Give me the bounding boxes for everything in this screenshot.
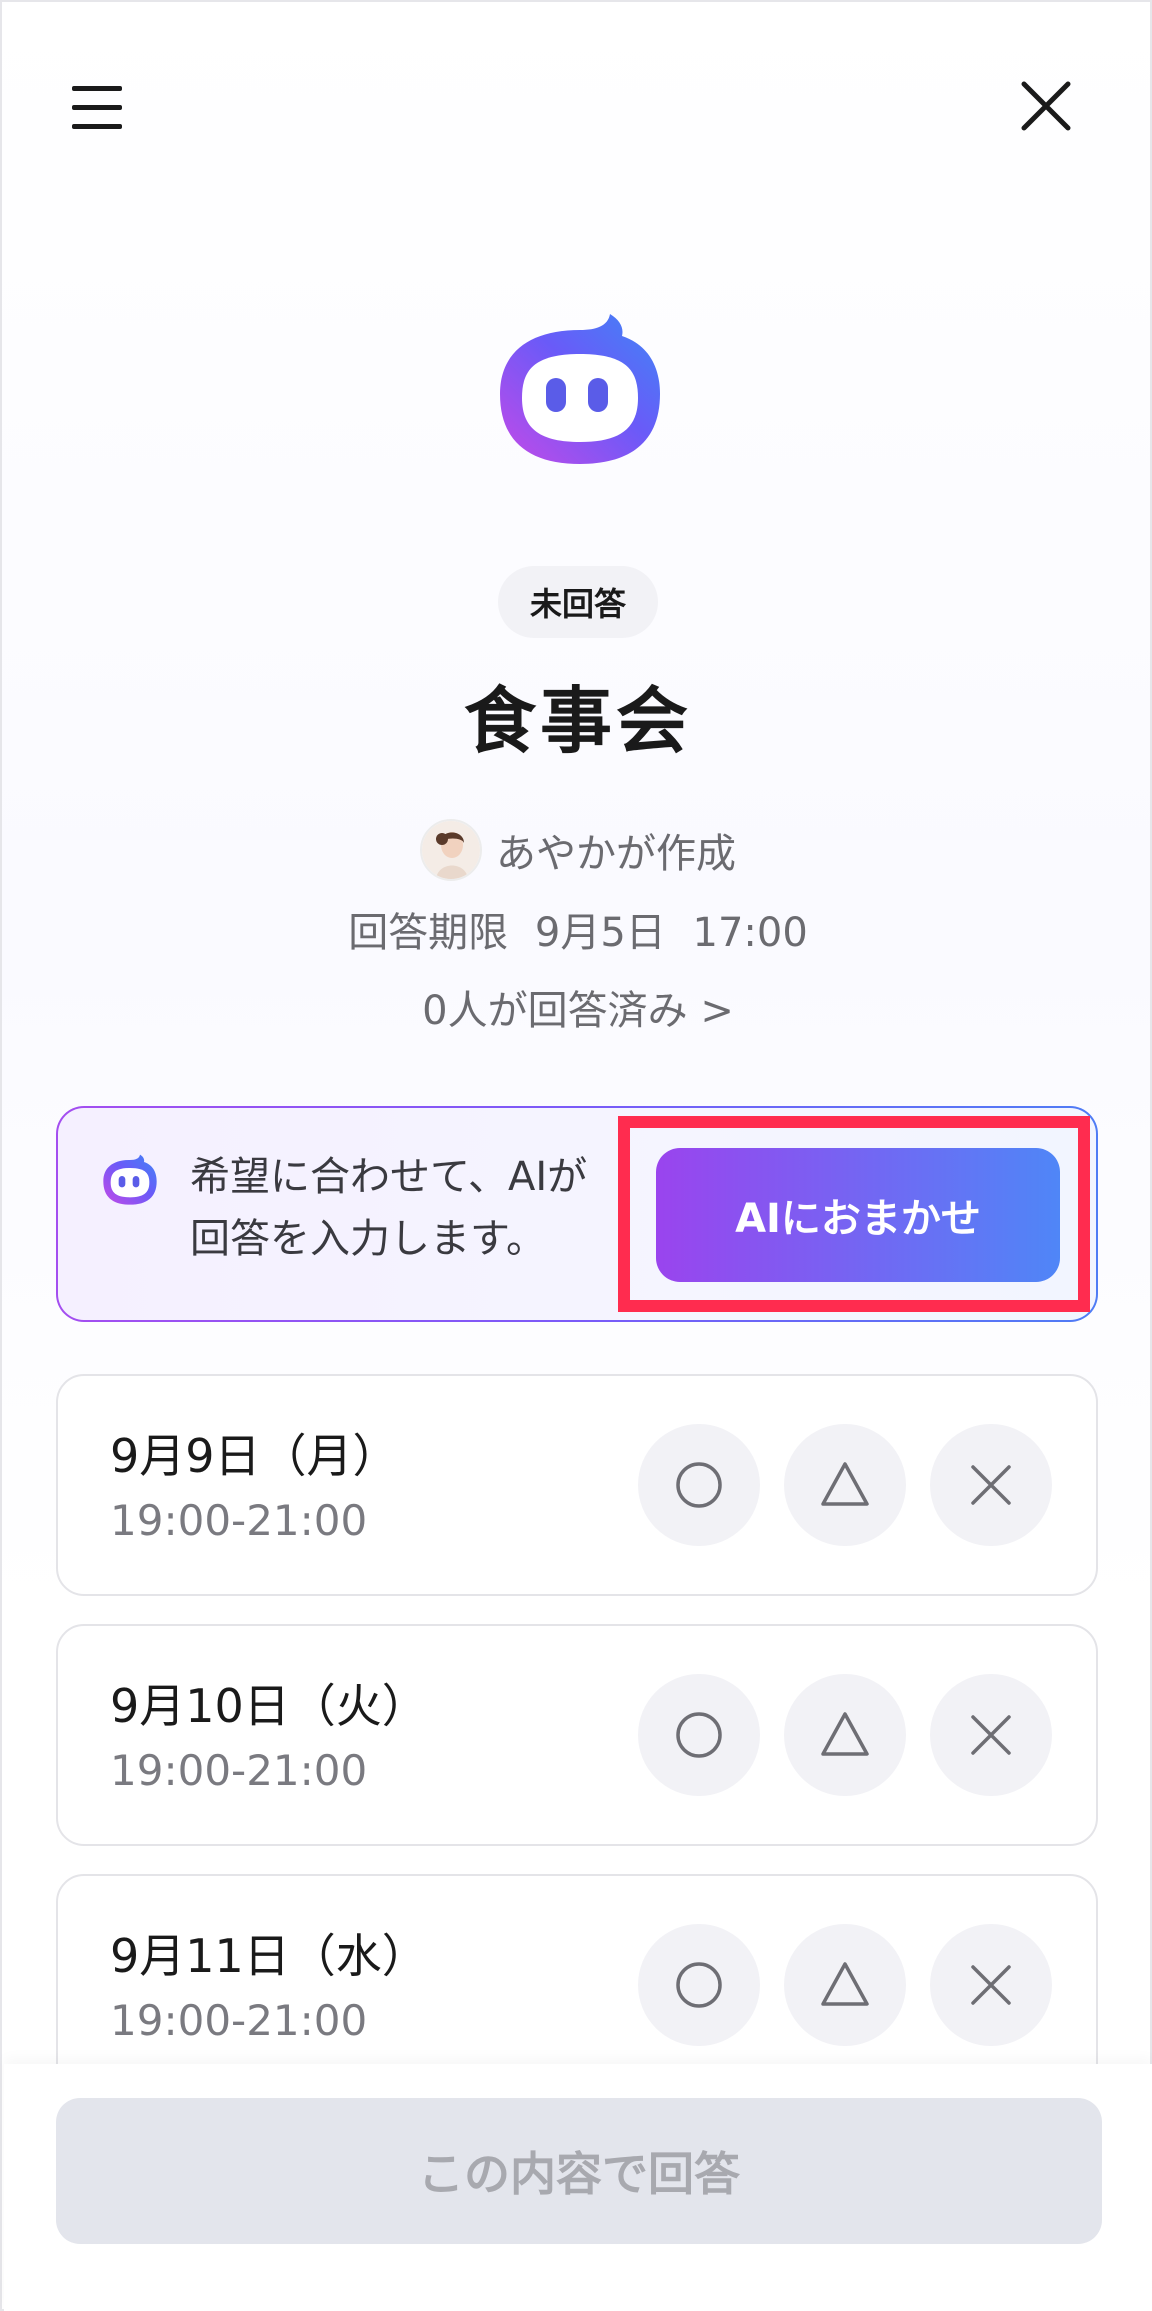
avatar xyxy=(420,819,482,881)
hamburger-menu-icon[interactable] xyxy=(62,72,134,144)
triangle-icon xyxy=(821,1462,869,1506)
responded-count-link[interactable]: 0人が回答済み > xyxy=(2,978,1152,1036)
creator-label: あやかが作成 xyxy=(496,831,736,877)
ai-description: 希望に合わせて、AIが 回答を入力します。 xyxy=(190,1146,630,1270)
circle-icon xyxy=(676,1712,722,1758)
unavailable-button[interactable] xyxy=(930,1924,1052,2046)
cross-icon xyxy=(971,1465,1011,1505)
circle-icon xyxy=(676,1962,722,2008)
unavailable-button[interactable] xyxy=(930,1674,1052,1796)
ai-mascot-icon xyxy=(500,314,660,464)
top-bar xyxy=(2,2,1150,212)
deadline-text: 回答期限 9月5日 17:00 xyxy=(348,910,808,956)
creator-row: あやかが作成 xyxy=(2,818,1152,882)
ai-mascot-small-icon xyxy=(103,1154,157,1205)
app-screen: 未回答 食事会 あやかが作成 回答期限 9月5日 17:00 0人が回答済み > xyxy=(0,0,1152,2311)
date-label: 9月10日（火） xyxy=(110,1679,428,1733)
date-row: 9月10日（火） 19:00-21:00 xyxy=(56,1624,1098,1846)
ai-auto-answer-button[interactable]: AIにおまかせ xyxy=(656,1148,1060,1282)
circle-icon xyxy=(676,1462,722,1508)
unavailable-button[interactable] xyxy=(930,1424,1052,1546)
triangle-icon xyxy=(821,1712,869,1756)
time-label: 19:00-21:00 xyxy=(110,1746,368,1795)
close-icon[interactable] xyxy=(1018,78,1090,150)
time-label: 19:00-21:00 xyxy=(110,1496,368,1545)
ai-description-line1: 希望に合わせて、AIが xyxy=(190,1154,588,1200)
maybe-button[interactable] xyxy=(784,1424,906,1546)
date-row: 9月11日（水） 19:00-21:00 xyxy=(56,1874,1098,2096)
date-label: 9月11日（水） xyxy=(110,1929,428,1983)
cross-icon xyxy=(971,1715,1011,1755)
date-option-list: 9月9日（月） 19:00-21:00 9月10日（火） 19:00-21:00 xyxy=(56,1374,1098,2124)
bottom-bar: この内容で回答 xyxy=(4,2064,1152,2311)
page-title: 食事会 xyxy=(463,679,692,763)
date-row: 9月9日（月） 19:00-21:00 xyxy=(56,1374,1098,1596)
maybe-button[interactable] xyxy=(784,1674,906,1796)
cross-icon xyxy=(971,1965,1011,2005)
available-button[interactable] xyxy=(638,1674,760,1796)
status-badge: 未回答 xyxy=(498,566,658,638)
ai-description-line2: 回答を入力します。 xyxy=(190,1216,546,1262)
date-label: 9月9日（月） xyxy=(110,1429,399,1483)
available-button[interactable] xyxy=(638,1924,760,2046)
available-button[interactable] xyxy=(638,1424,760,1546)
maybe-button[interactable] xyxy=(784,1924,906,2046)
triangle-icon xyxy=(821,1962,869,2006)
submit-answer-button[interactable]: この内容で回答 xyxy=(56,2098,1102,2244)
time-label: 19:00-21:00 xyxy=(110,1996,368,2045)
